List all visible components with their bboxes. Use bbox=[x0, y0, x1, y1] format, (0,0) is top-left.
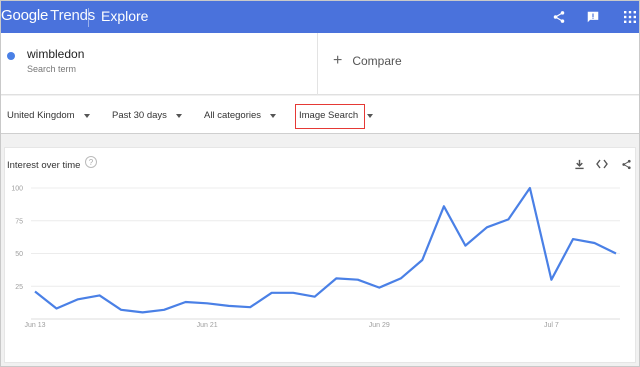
category-dropdown[interactable]: All categories bbox=[204, 110, 277, 121]
term-color-dot bbox=[7, 52, 15, 60]
compare-button[interactable]: + Compare bbox=[333, 52, 402, 69]
chevron-down-icon bbox=[175, 113, 182, 118]
x-tick-label: Jun 13 bbox=[24, 322, 45, 329]
highlight-box bbox=[295, 104, 365, 129]
chevron-down-icon bbox=[83, 113, 90, 118]
region-dropdown[interactable]: United Kingdom bbox=[7, 110, 90, 121]
share-icon[interactable] bbox=[549, 7, 569, 27]
y-tick-label: 100 bbox=[11, 186, 23, 193]
top-bar: Google Trends Explore bbox=[1, 1, 639, 33]
x-tick-label: Jun 29 bbox=[369, 322, 390, 329]
time-range-dropdown[interactable]: Past 30 days bbox=[112, 110, 182, 121]
feedback-icon[interactable] bbox=[583, 7, 603, 27]
chevron-down-icon bbox=[270, 113, 277, 118]
chevron-down-icon bbox=[367, 113, 374, 118]
search-terms-bar: wimbledon Search term + Compare bbox=[1, 33, 639, 95]
x-tick-label: Jun 21 bbox=[197, 322, 218, 329]
logo-google-text: Google bbox=[1, 7, 49, 24]
y-tick-label: 75 bbox=[15, 218, 23, 225]
time-range-value: Past 30 days bbox=[112, 110, 167, 121]
search-term-name[interactable]: wimbledon bbox=[27, 47, 84, 61]
google-trends-logo[interactable]: Google Trends bbox=[1, 7, 95, 24]
terms-divider bbox=[317, 33, 318, 95]
compare-label: Compare bbox=[352, 54, 402, 68]
search-term-subtitle: Search term bbox=[27, 64, 77, 74]
y-tick-label: 50 bbox=[15, 251, 23, 258]
interest-line-chart: 25 50 75 100 Jun 13 Jun 21 Jun 29 Jul 7 bbox=[11, 186, 620, 329]
page-title: Explore bbox=[101, 8, 149, 24]
category-value: All categories bbox=[204, 110, 262, 121]
header-divider bbox=[88, 8, 89, 27]
y-tick-label: 25 bbox=[15, 284, 23, 291]
plus-icon: + bbox=[333, 52, 343, 69]
x-tick-label: Jul 7 bbox=[544, 322, 559, 329]
series-line[interactable] bbox=[34, 186, 617, 314]
region-value: United Kingdom bbox=[7, 110, 75, 121]
interest-over-time-card: Interest over time ? 25 50 75 100 Jun 13 Jun … bbox=[4, 147, 636, 363]
apps-icon[interactable] bbox=[620, 7, 640, 27]
